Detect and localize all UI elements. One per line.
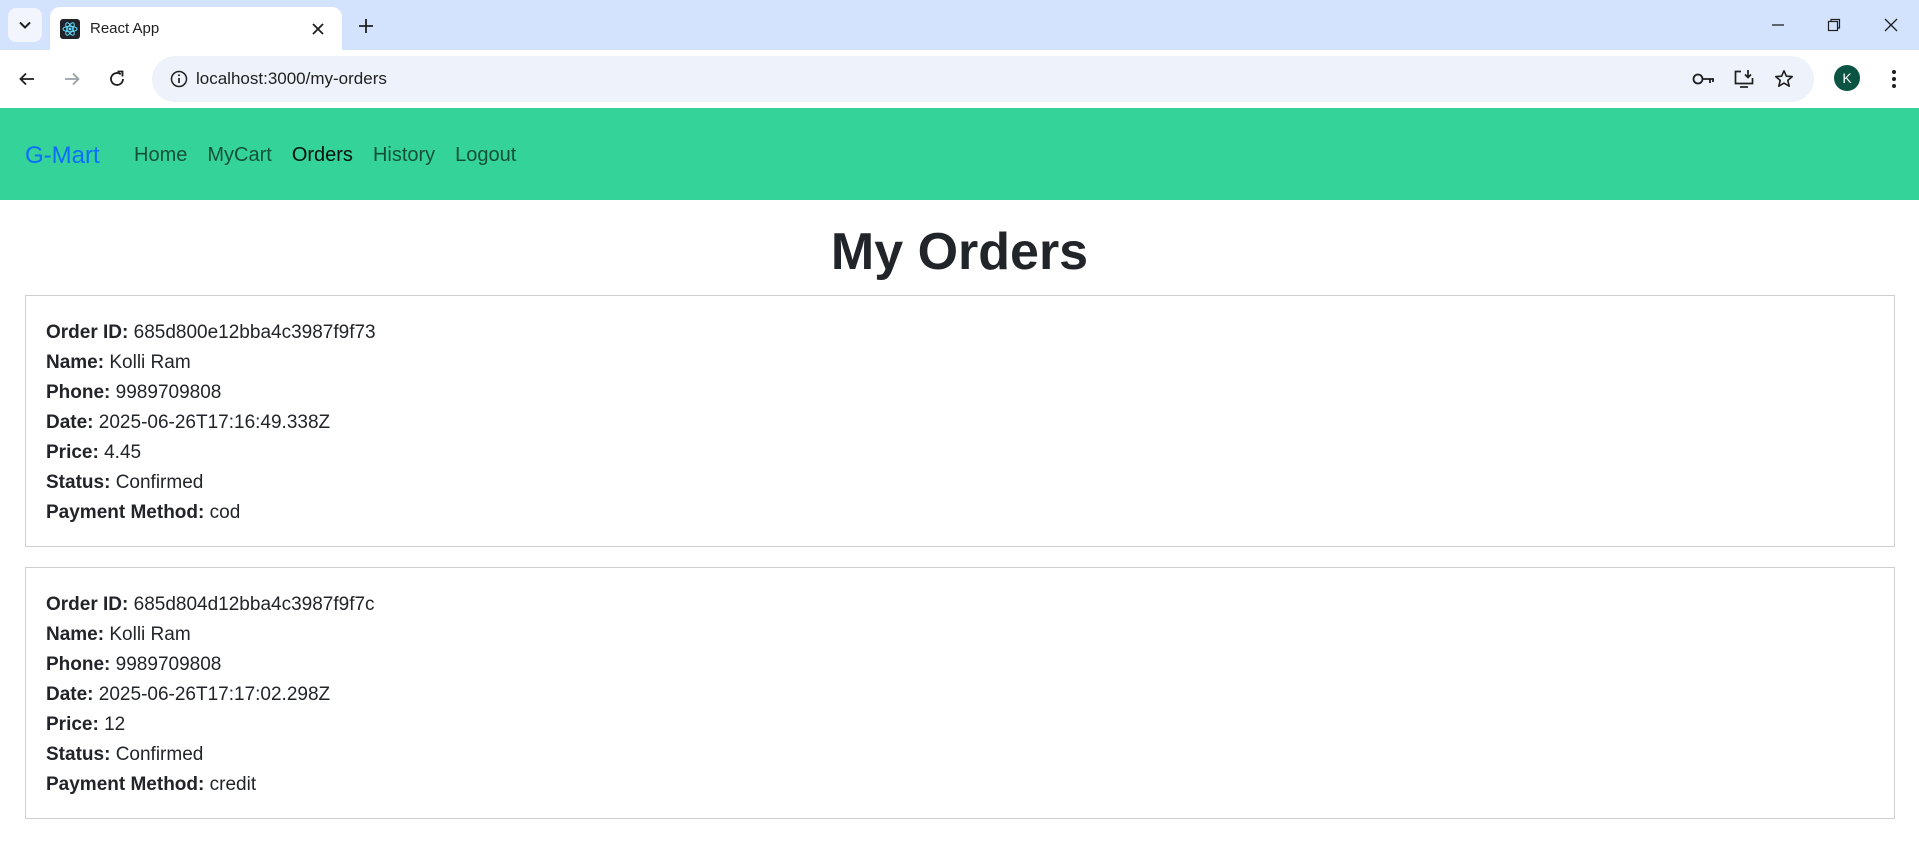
order-date-row: Date: 2025-06-26T17:17:02.298Z xyxy=(46,680,1874,710)
order-id-value: 685d804d12bba4c3987f9f7c xyxy=(133,594,375,615)
order-name-row: Name: Kolli Ram xyxy=(46,348,1874,378)
plus-icon[interactable] xyxy=(352,12,380,40)
react-icon xyxy=(60,18,80,39)
tab-search-button[interactable] xyxy=(8,8,42,42)
browser-toolbar: localhost:3000/my-orders K xyxy=(0,50,1919,108)
order-price-value: 4.45 xyxy=(104,442,142,463)
order-payment-value: credit xyxy=(209,774,257,795)
back-arrow-icon[interactable] xyxy=(9,61,45,97)
order-card: Order ID: 685d804d12bba4c3987f9f7c Name:… xyxy=(25,567,1895,819)
nav-link-mycart[interactable]: MyCart xyxy=(207,144,271,167)
order-price-value: 12 xyxy=(104,714,126,735)
browser-tabstrip: React App xyxy=(0,0,1919,50)
nav-link-logout[interactable]: Logout xyxy=(455,144,516,167)
order-date-label: Date: xyxy=(46,684,94,705)
order-price-label: Price: xyxy=(46,714,99,735)
nav-links: Home MyCart Orders History Logout xyxy=(134,144,516,167)
restore-icon[interactable] xyxy=(1814,8,1854,42)
order-id-row: Order ID: 685d804d12bba4c3987f9f7c xyxy=(46,590,1874,620)
order-date-row: Date: 2025-06-26T17:16:49.338Z xyxy=(46,408,1874,438)
order-payment-label: Payment Method: xyxy=(46,774,205,795)
order-date-label: Date: xyxy=(46,412,94,433)
order-phone-label: Phone: xyxy=(46,382,111,403)
order-name-value: Kolli Ram xyxy=(109,352,191,373)
minimize-icon[interactable] xyxy=(1758,8,1798,42)
page-title: My Orders xyxy=(830,223,1089,281)
order-status-value: Confirmed xyxy=(115,744,204,765)
star-icon[interactable] xyxy=(1767,62,1801,96)
brand-logo-link[interactable]: G-Mart xyxy=(25,142,100,170)
kebab-menu-icon[interactable] xyxy=(1876,61,1912,97)
order-name-label: Name: xyxy=(46,352,105,373)
order-phone-row: Phone: 9989709808 xyxy=(46,650,1874,680)
order-id-label: Order ID: xyxy=(46,322,129,343)
address-bar-url: localhost:3000/my-orders xyxy=(196,69,387,88)
info-icon[interactable] xyxy=(162,62,196,96)
order-card: Order ID: 685d800e12bba4c3987f9f73 Name:… xyxy=(25,295,1895,547)
chevron-down-icon xyxy=(19,21,31,29)
order-status-label: Status: xyxy=(46,472,111,493)
nav-link-history[interactable]: History xyxy=(373,144,435,167)
order-price-label: Price: xyxy=(46,442,99,463)
order-phone-value: 9989709808 xyxy=(115,382,222,403)
order-id-label: Order ID: xyxy=(46,594,129,615)
order-date-value: 2025-06-26T17:16:49.338Z xyxy=(98,412,331,433)
install-app-icon[interactable] xyxy=(1727,62,1761,96)
window-close-icon[interactable] xyxy=(1871,8,1911,42)
order-price-row: Price: 12 xyxy=(46,710,1874,740)
nav-link-home[interactable]: Home xyxy=(134,144,187,167)
profile-avatar[interactable]: K xyxy=(1834,65,1860,91)
order-payment-value: cod xyxy=(209,502,241,523)
order-status-row: Status: Confirmed xyxy=(46,468,1874,498)
order-id-value: 685d800e12bba4c3987f9f73 xyxy=(133,322,376,343)
address-bar[interactable]: localhost:3000/my-orders xyxy=(152,56,1814,102)
forward-arrow-icon[interactable] xyxy=(54,61,90,97)
order-payment-label: Payment Method: xyxy=(46,502,205,523)
app-navbar: G-Mart Home MyCart Orders History Logout xyxy=(0,108,1919,200)
order-payment-row: Payment Method: credit xyxy=(46,770,1874,800)
order-status-row: Status: Confirmed xyxy=(46,740,1874,770)
order-status-value: Confirmed xyxy=(115,472,204,493)
close-icon[interactable] xyxy=(306,17,330,41)
order-price-row: Price: 4.45 xyxy=(46,438,1874,468)
order-name-label: Name: xyxy=(46,624,105,645)
order-phone-row: Phone: 9989709808 xyxy=(46,378,1874,408)
order-name-value: Kolli Ram xyxy=(109,624,191,645)
tab-title: React App xyxy=(90,20,160,37)
browser-tab-active[interactable]: React App xyxy=(50,7,342,50)
order-phone-value: 9989709808 xyxy=(115,654,222,675)
key-icon[interactable] xyxy=(1687,62,1721,96)
reload-icon[interactable] xyxy=(99,61,135,97)
order-status-label: Status: xyxy=(46,744,111,765)
order-phone-label: Phone: xyxy=(46,654,111,675)
order-date-value: 2025-06-26T17:17:02.298Z xyxy=(98,684,331,705)
order-payment-row: Payment Method: cod xyxy=(46,498,1874,528)
nav-link-orders[interactable]: Orders xyxy=(292,144,353,167)
order-id-row: Order ID: 685d800e12bba4c3987f9f73 xyxy=(46,318,1874,348)
order-name-row: Name: Kolli Ram xyxy=(46,620,1874,650)
